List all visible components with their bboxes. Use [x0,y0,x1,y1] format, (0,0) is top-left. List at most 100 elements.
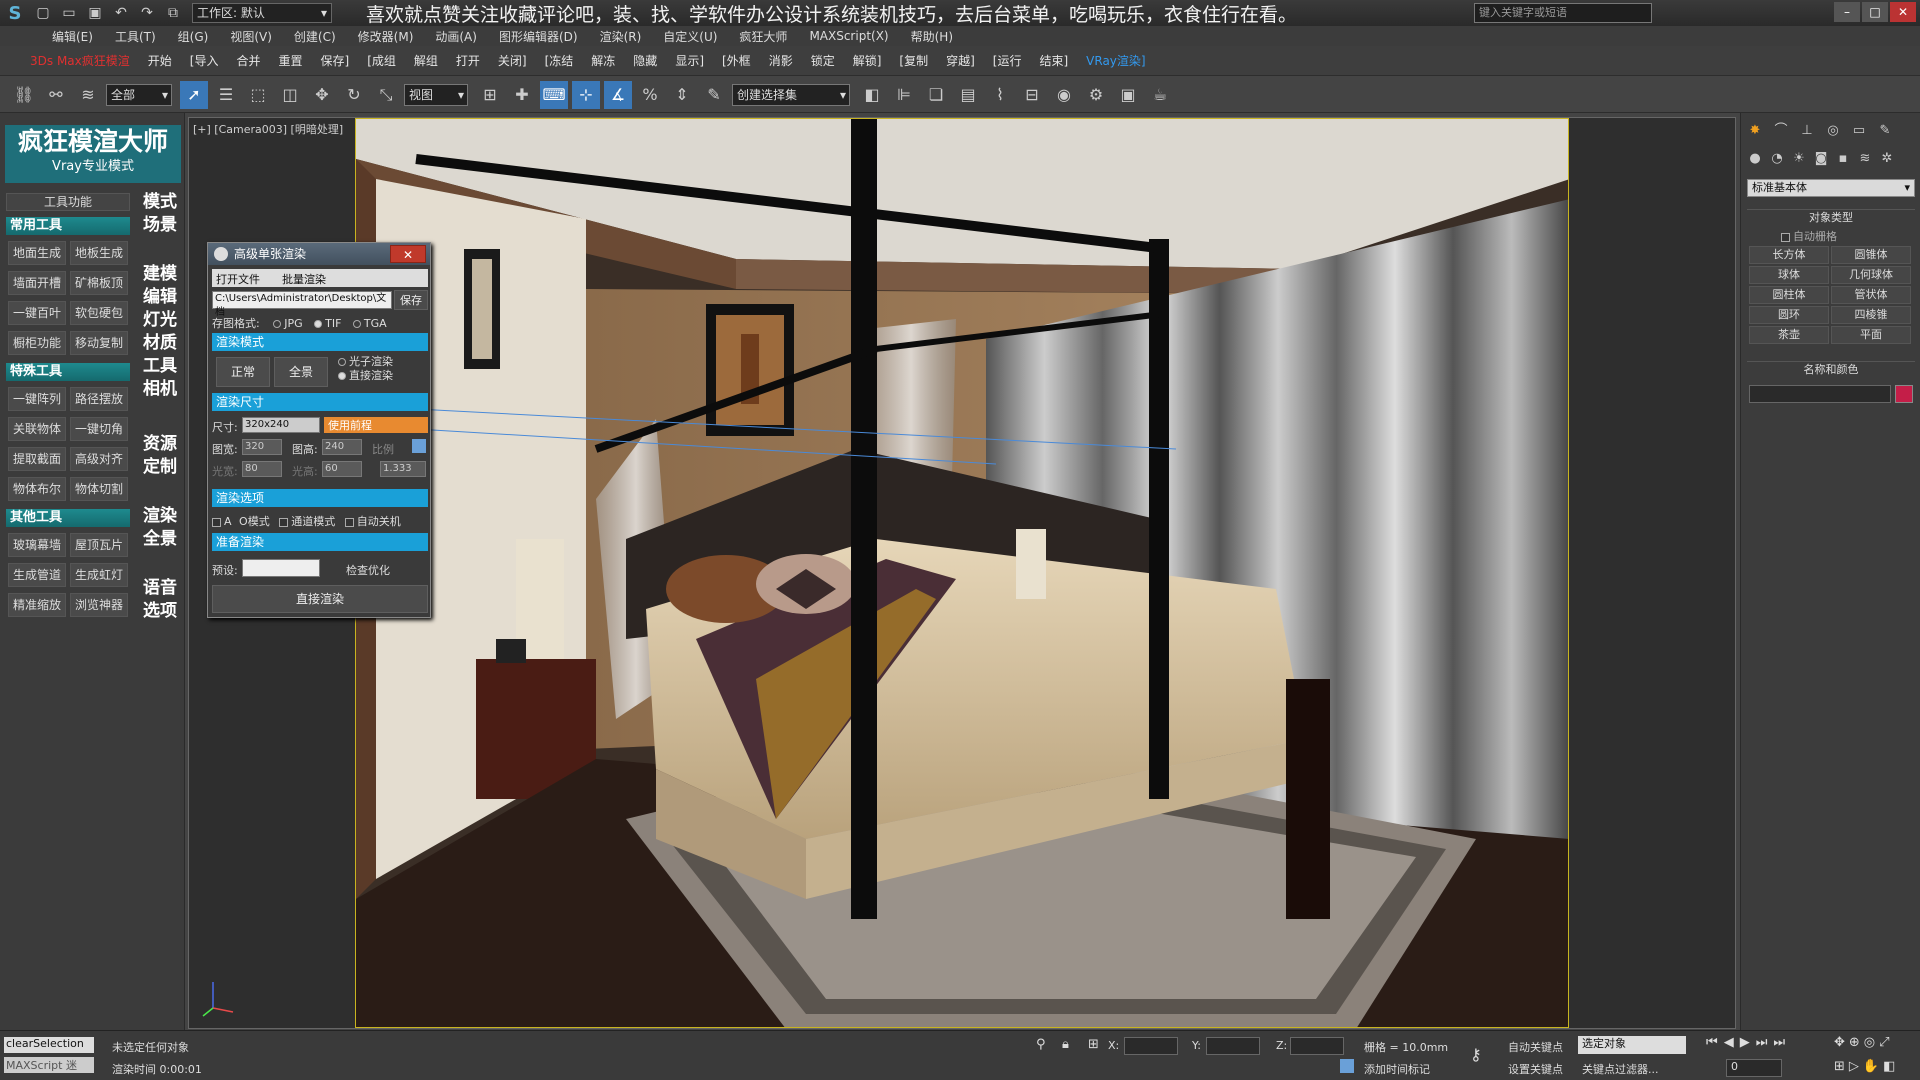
cat-material[interactable]: 材质 [140,332,180,355]
object-color-swatch[interactable] [1895,385,1913,403]
cmd-vray-render[interactable]: VRay渲染] [1086,52,1145,69]
save-icon[interactable]: ▣ [84,3,106,23]
search-input[interactable]: 键入关键字或短语 [1474,3,1652,23]
select-manipulate-icon[interactable]: ✚ [508,81,536,109]
cat-edit[interactable]: 编辑 [140,286,180,309]
reference-coord-select[interactable]: 视图 [404,83,468,106]
bedroom-render-scene[interactable] [355,118,1569,1028]
section-special-tools[interactable]: 特殊工具 [6,363,130,381]
cmd-reset[interactable]: 重置 [278,52,302,69]
maxscript-mini-listener[interactable]: MAXScript 迷 [4,1057,94,1073]
cat-modeling[interactable]: 建模 [140,263,180,286]
viewport-nav-icons[interactable]: ✥⊕◎⤢ [1834,1035,1894,1050]
save-path-button[interactable]: 保存 [394,290,428,310]
rotate-icon[interactable]: ↻ [340,81,368,109]
photon-render-radio[interactable]: 光子渲染 [338,355,428,369]
lock-selection-icon[interactable]: 🔒︎ [1062,1037,1069,1052]
render-setup-icon[interactable]: ⚙ [1082,81,1110,109]
bind-spacewarp-icon[interactable]: ≋ [74,81,102,109]
geometry-icon[interactable]: ● [1745,149,1765,169]
btn-slice[interactable]: 物体切割 [70,477,128,501]
cmd-close[interactable]: 关闭] [498,52,527,69]
menu-rendering[interactable]: 渲染(R) [600,28,642,45]
percent-snap-icon[interactable]: % [636,81,664,109]
new-file-icon[interactable]: ▢ [32,3,54,23]
cmd-merge[interactable]: 合并 [236,52,260,69]
viewport-nav-icons-2[interactable]: ⊞▷✋◧ [1834,1059,1899,1074]
script-listener-input[interactable]: clearSelection [4,1037,94,1053]
selection-filter-select[interactable]: 全部 [106,83,172,106]
cmd-unlock[interactable]: 解锁] [853,52,882,69]
viewport-label[interactable]: [+] [Camera003] [明暗处理] [193,121,343,137]
cat-mode[interactable]: 模式 [140,191,180,214]
cat-custom[interactable]: 定制 [140,456,180,479]
autogrid-checkbox[interactable]: 自动栅格 [1781,228,1837,244]
material-editor-icon[interactable]: ◉ [1050,81,1078,109]
y-coord-input[interactable] [1206,1037,1260,1055]
x-coord-input[interactable] [1124,1037,1178,1055]
named-selection-select[interactable]: 创建选择集 [732,83,850,106]
absolute-mode-icon[interactable]: ⊞ [1088,1037,1099,1052]
size-select[interactable]: 320x240 [242,417,320,433]
btn-pyramid[interactable]: 四棱锥 [1831,306,1911,324]
btn-box[interactable]: 长方体 [1749,246,1829,264]
select-object-icon[interactable]: ➚ [180,80,208,109]
btn-cabinet[interactable]: 橱柜功能 [8,331,66,355]
btn-plane[interactable]: 平面 [1831,326,1911,344]
name-color-header[interactable]: 名称和颜色 [1747,361,1915,377]
angle-snap-icon[interactable]: ∡ [604,80,632,109]
cat-scene[interactable]: 场景 [140,214,180,237]
schematic-view-icon[interactable]: ⊟ [1018,81,1046,109]
btn-wall-groove[interactable]: 墙面开槽 [8,271,66,295]
cat-lights[interactable]: 灯光 [140,309,180,332]
btn-torus[interactable]: 圆环 [1749,306,1829,324]
batch-render-menu[interactable]: 批量渲染 [282,271,326,287]
dialog-titlebar[interactable]: 高级单张渲染 ✕ [208,243,430,265]
set-key-button[interactable]: 设置关键点 [1508,1061,1563,1077]
layer-manager-icon[interactable]: ❏ [922,81,950,109]
utilities-tab-icon[interactable]: ✎ [1875,121,1895,141]
cmd-through[interactable]: 穿越] [946,52,975,69]
auto-key-button[interactable]: 自动关键点 [1508,1039,1563,1055]
tool-function-header[interactable]: 工具功能 [6,193,130,211]
format-tif-radio[interactable]: TIF [314,317,341,330]
preset-select[interactable] [242,559,320,577]
menu-edit[interactable]: 编辑(E) [52,28,93,45]
redo-icon[interactable]: ↷ [136,3,158,23]
mode-normal-button[interactable]: 正常 [216,357,270,387]
btn-path-place[interactable]: 路径摆放 [70,387,128,411]
display-tab-icon[interactable]: ▭ [1849,121,1869,141]
systems-icon[interactable]: ✲ [1877,149,1897,169]
cmd-save[interactable]: 保存] [321,52,350,69]
cmd-start[interactable]: 开始 [148,52,172,69]
btn-sphere[interactable]: 球体 [1749,266,1829,284]
btn-cylinder[interactable]: 圆柱体 [1749,286,1829,304]
btn-section[interactable]: 提取截面 [8,447,66,471]
btn-floor-gen[interactable]: 地面生成 [8,241,66,265]
spinner-snap-icon[interactable]: ⇕ [668,81,696,109]
primitive-type-select[interactable]: 标准基本体 [1747,179,1915,197]
pin-icon[interactable]: ⚲ [1036,1037,1046,1052]
cat-render[interactable]: 渲染 [140,505,180,528]
cmd-show[interactable]: 显示] [675,52,704,69]
btn-boolean[interactable]: 物体布尔 [8,477,66,501]
btn-pipe[interactable]: 生成管道 [8,563,66,587]
ratio-lock-icon[interactable] [412,439,426,453]
cmd-group[interactable]: [成组 [367,52,396,69]
maximize-icon[interactable]: □ [1862,2,1888,22]
dialog-close-button[interactable]: ✕ [390,245,426,263]
move-icon[interactable]: ✥ [308,81,336,109]
auto-shutdown-checkbox[interactable]: 自动关机 [344,515,401,528]
cmd-hidden-line[interactable]: 消影 [769,52,793,69]
btn-tube[interactable]: 管状体 [1831,286,1911,304]
menu-graph-editors[interactable]: 图形编辑器(D) [499,28,578,45]
ratio-input[interactable]: 1.333 [380,461,426,477]
btn-cone[interactable]: 圆锥体 [1831,246,1911,264]
section-other-tools[interactable]: 其他工具 [6,509,130,527]
shapes-icon[interactable]: ◔ [1767,149,1787,169]
minimize-icon[interactable]: – [1834,2,1860,22]
format-tga-radio[interactable]: TGA [352,317,387,330]
menu-crazy-master[interactable]: 疯狂大师 [739,28,787,45]
snap-toggle-icon[interactable]: ⊹ [572,80,600,109]
output-path-input[interactable]: C:\Users\Administrator\Desktop\文档 [212,291,392,318]
